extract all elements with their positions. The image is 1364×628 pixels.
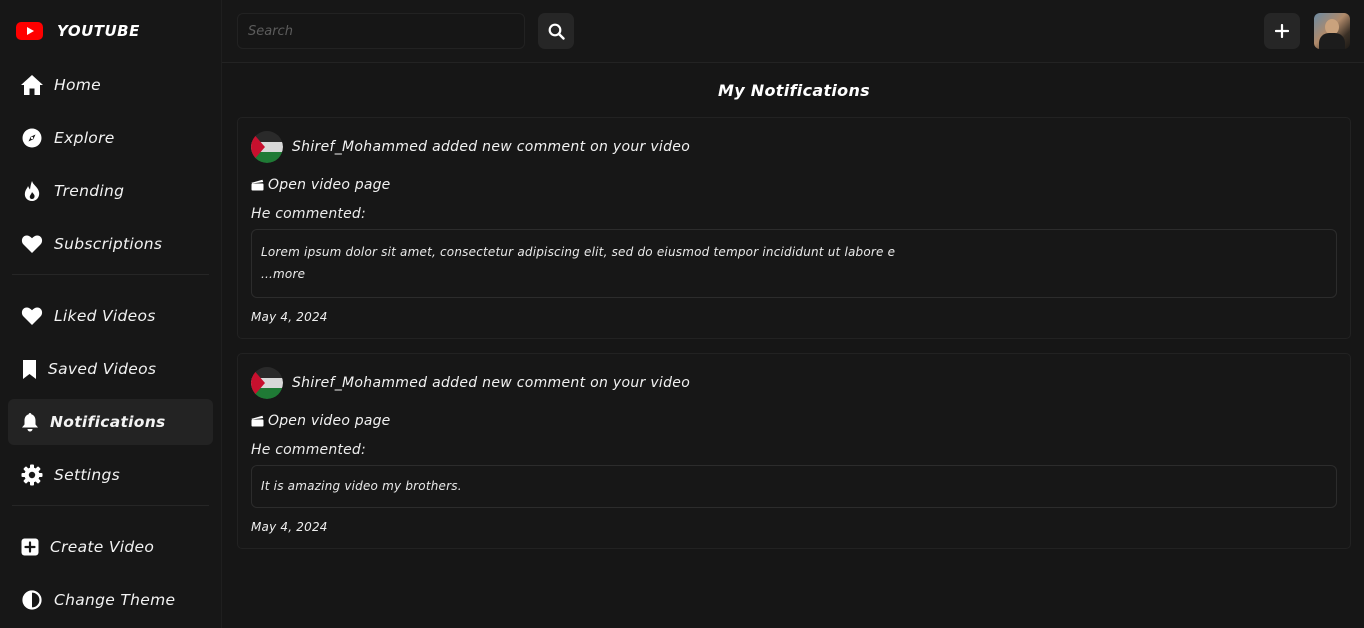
comment-box: Lorem ipsum dolor sit amet, consectetur …	[251, 229, 1337, 298]
gear-icon	[20, 463, 44, 487]
sidebar-item-explore[interactable]: Explore	[8, 115, 213, 161]
sidebar-item-label: Saved Videos	[48, 360, 157, 378]
open-video-link[interactable]: Open video page	[251, 177, 1337, 193]
sidebar-item-label: Change Theme	[54, 591, 176, 609]
plus-square-icon	[20, 535, 40, 559]
nav-extra: Create Video Change Theme	[8, 524, 213, 623]
notification-text: Shiref_Mohammed added new comment on you…	[292, 139, 691, 155]
show-more-link[interactable]: ...more	[261, 263, 1327, 285]
notifications-content: My Notifications Shiref_Mohammed added n…	[222, 63, 1364, 563]
sidebar-item-label: Home	[54, 76, 101, 94]
youtube-logo-icon	[16, 22, 43, 40]
sidebar-item-settings[interactable]: Settings	[8, 452, 213, 498]
clapperboard-icon	[251, 415, 264, 427]
user-avatar[interactable]	[1314, 13, 1350, 49]
notification-date: May 4, 2024	[251, 310, 328, 324]
comment-text: Lorem ipsum dolor sit amet, consectetur …	[261, 245, 896, 259]
sidebar: YOUTUBE Home Explore Trending Subscripti…	[0, 0, 222, 628]
bookmark-icon	[20, 357, 38, 381]
search-input[interactable]	[237, 13, 525, 49]
fire-icon	[20, 179, 44, 203]
commented-label: He commented:	[251, 206, 366, 222]
open-video-label: Open video page	[268, 177, 391, 193]
comment-text: It is amazing video my brothers.	[261, 479, 462, 493]
sidebar-item-label: Explore	[54, 129, 115, 147]
comment-box: It is amazing video my brothers.	[251, 465, 1337, 508]
home-icon	[20, 73, 44, 97]
logo[interactable]: YOUTUBE	[8, 0, 213, 62]
search-button[interactable]	[538, 13, 574, 49]
sidebar-divider	[12, 505, 209, 506]
main-area: My Notifications	[222, 0, 1364, 628]
sidebar-item-label: Notifications	[50, 413, 166, 431]
sidebar-item-trending[interactable]: Trending	[8, 168, 213, 214]
bell-icon	[20, 410, 40, 434]
create-button[interactable]	[1264, 13, 1300, 49]
commenter-avatar[interactable]	[251, 367, 283, 399]
sidebar-item-home[interactable]: Home	[8, 62, 213, 108]
sidebar-item-label: Settings	[54, 466, 120, 484]
plus-icon	[1275, 24, 1289, 38]
sidebar-item-liked-videos[interactable]: Liked Videos	[8, 293, 213, 339]
notification-card: Shiref_Mohammed added new comment on you…	[237, 117, 1351, 339]
sidebar-item-label: Liked Videos	[54, 307, 156, 325]
compass-icon	[20, 126, 44, 150]
open-video-label: Open video page	[268, 413, 391, 429]
notification-date: May 4, 2024	[251, 520, 328, 534]
sidebar-item-saved-videos[interactable]: Saved Videos	[8, 346, 213, 392]
sidebar-item-label: Subscriptions	[54, 235, 163, 253]
notification-card: Shiref_Mohammed added new comment on you…	[237, 353, 1351, 549]
clapperboard-icon	[251, 179, 264, 191]
search-icon	[548, 23, 565, 40]
sidebar-item-change-theme[interactable]: Change Theme	[8, 577, 213, 623]
contrast-icon	[20, 588, 44, 612]
sidebar-divider	[12, 274, 209, 275]
open-video-link[interactable]: Open video page	[251, 413, 1337, 429]
commenter-avatar[interactable]	[251, 131, 283, 163]
topbar	[222, 0, 1364, 63]
app-root: YOUTUBE Home Explore Trending Subscripti…	[0, 0, 1364, 628]
sidebar-item-label: Trending	[54, 182, 125, 200]
page-title: My Notifications	[717, 81, 870, 100]
nav-primary: Home Explore Trending Subscriptions	[8, 62, 213, 267]
notification-text: Shiref_Mohammed added new comment on you…	[292, 375, 691, 391]
sidebar-item-label: Create Video	[50, 538, 155, 556]
commented-label: He commented:	[251, 442, 366, 458]
sidebar-item-create-video[interactable]: Create Video	[8, 524, 213, 570]
sidebar-item-subscriptions[interactable]: Subscriptions	[8, 221, 213, 267]
heart-icon	[20, 232, 44, 256]
heart-icon	[20, 304, 44, 328]
app-name: YOUTUBE	[57, 22, 140, 40]
nav-library: Liked Videos Saved Videos Notifications	[8, 293, 213, 498]
sidebar-item-notifications[interactable]: Notifications	[8, 399, 213, 445]
